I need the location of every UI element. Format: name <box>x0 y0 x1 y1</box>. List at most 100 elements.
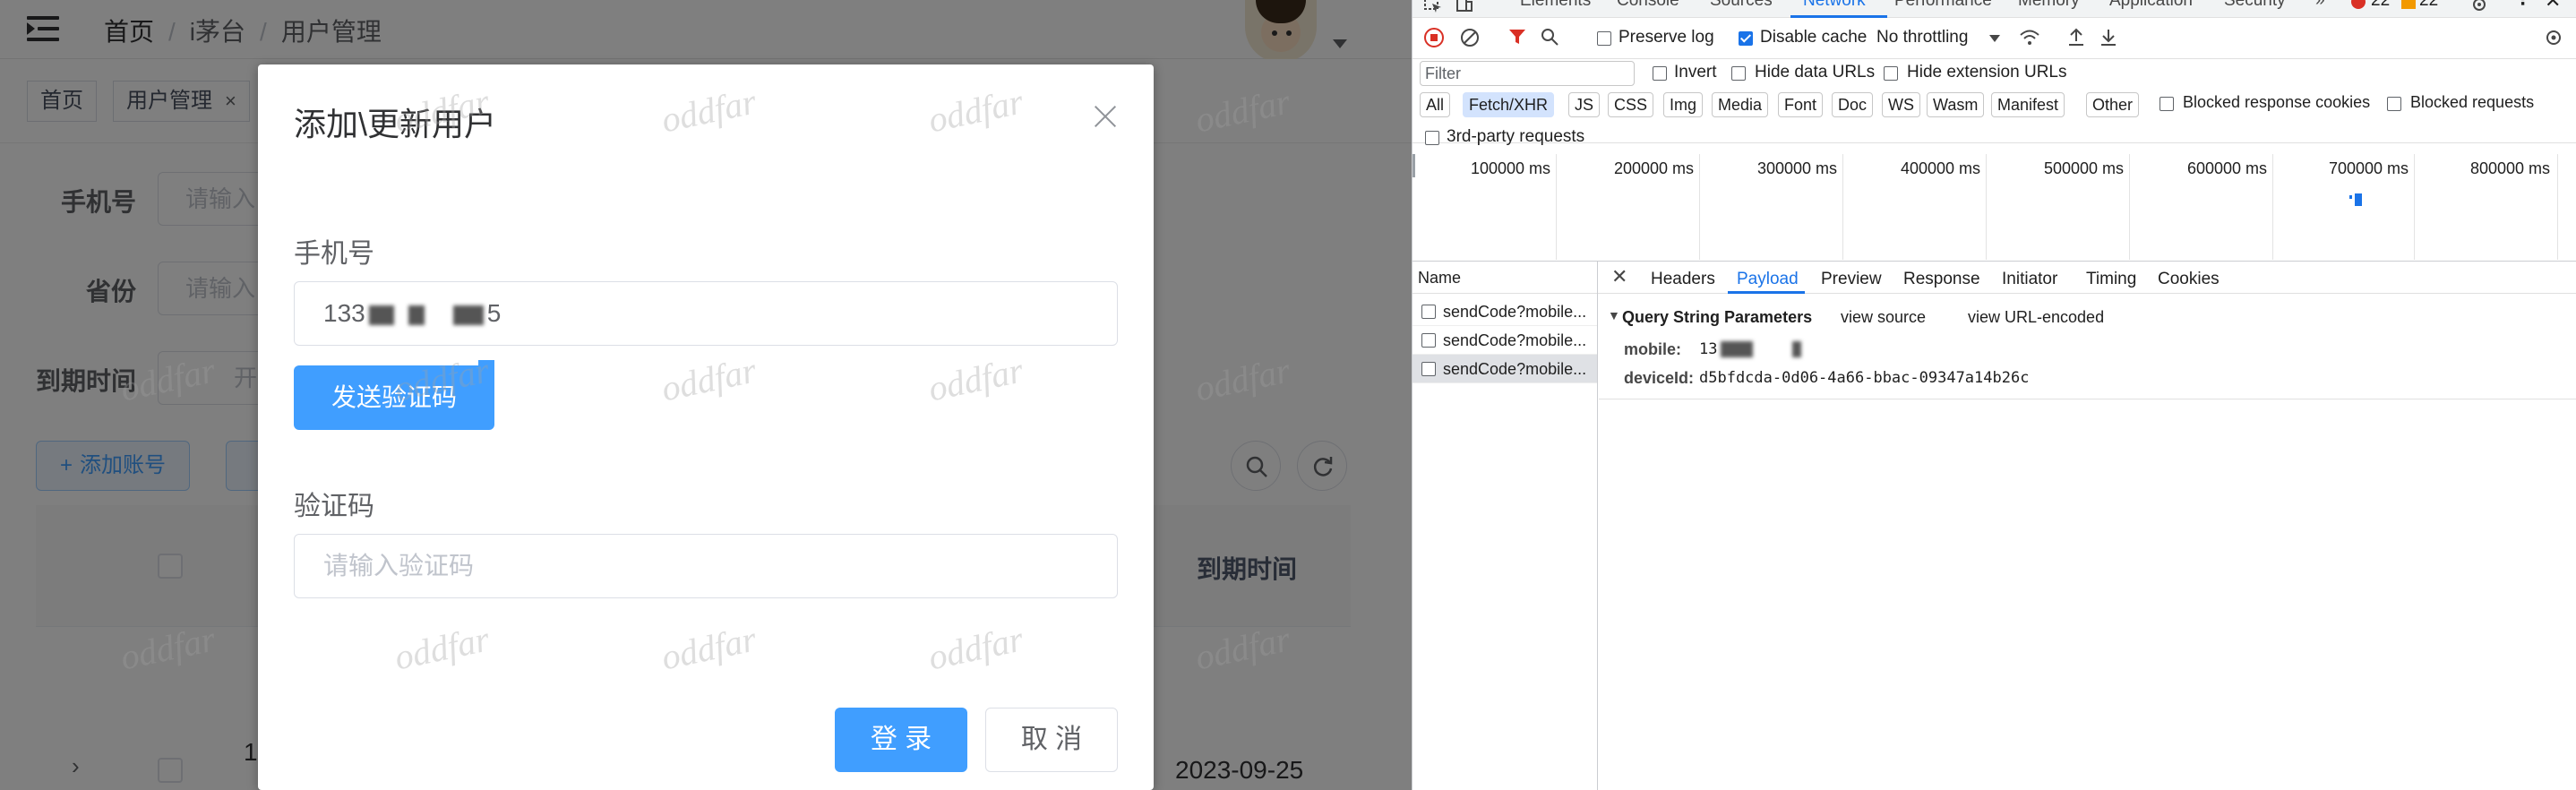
close-devtools-icon[interactable]: ✕ <box>2545 0 2561 13</box>
network-settings-icon[interactable] <box>2543 27 2564 48</box>
settings-gear-icon[interactable] <box>2469 0 2489 14</box>
warning-count[interactable]: 22 <box>2419 0 2438 11</box>
device-toolbar-icon[interactable] <box>1454 0 1473 14</box>
tab-network[interactable]: Network <box>1803 0 1866 11</box>
verification-code-input[interactable]: 请输入验证码 <box>294 534 1118 598</box>
blocked-response-cookies-label: Blocked response cookies <box>2183 93 2371 111</box>
send-code-button[interactable]: 发送验证码 <box>294 365 494 430</box>
clear-icon[interactable] <box>1459 27 1481 48</box>
filter-chip-font[interactable]: Font <box>1778 92 1824 117</box>
phone-input[interactable]: 133 5 <box>294 281 1118 346</box>
request-type-icon <box>1421 362 1436 376</box>
filter-chip-all[interactable]: All <box>1420 92 1451 117</box>
filter-chip-img[interactable]: Img <box>1663 92 1704 117</box>
disable-cache-label: Disable cache <box>1760 28 1868 47</box>
cancel-button[interactable]: 取 消 <box>985 708 1118 772</box>
tab-console[interactable]: Console <box>1617 0 1679 11</box>
disable-cache-checkbox[interactable] <box>1739 31 1753 46</box>
triangle-down-icon[interactable]: ▼ <box>1608 308 1620 322</box>
export-har-icon[interactable] <box>2099 27 2118 48</box>
tab-security[interactable]: Security <box>2224 0 2286 11</box>
import-har-icon[interactable] <box>2066 27 2086 48</box>
search-icon[interactable] <box>1540 27 1559 47</box>
more-tabs-icon[interactable]: » <box>2315 0 2325 11</box>
filter-icon[interactable] <box>1507 27 1527 47</box>
detail-tab-headers[interactable]: Headers <box>1651 270 1715 289</box>
button-corner-mark <box>478 360 494 376</box>
mobile-value: 13 <box>1699 340 1718 358</box>
timeline-grid-line <box>1699 154 1700 260</box>
stop-recording-icon[interactable] <box>1423 27 1445 48</box>
timeline-tick: 500000 ms <box>2043 159 2124 177</box>
filter-chip-manifest[interactable]: Manifest <box>1991 92 2065 117</box>
network-toolbar: Preserve log Disable cache No throttling <box>1413 18 2576 59</box>
error-count[interactable]: 22 <box>2371 0 2390 11</box>
query-string-parameters-title[interactable]: Query String Parameters <box>1622 308 1812 327</box>
timeline-left-handle[interactable] <box>1413 154 1415 177</box>
filter-chip-other[interactable]: Other <box>2086 92 2140 117</box>
filter-chip-media[interactable]: Media <box>1712 92 1769 117</box>
detail-tab-response[interactable]: Response <box>1903 270 1980 289</box>
filter-chip-wasm[interactable]: Wasm <box>1927 92 1985 117</box>
preserve-log-label: Preserve log <box>1619 28 1714 47</box>
third-party-checkbox[interactable] <box>1425 131 1439 145</box>
timeline-request-mark <box>2355 193 2362 206</box>
inspect-element-icon[interactable] <box>1423 0 1443 14</box>
hide-data-urls-label: Hide data URLs <box>1755 63 1876 82</box>
view-source-link[interactable]: view source <box>1841 308 1926 327</box>
filter-chip-doc[interactable]: Doc <box>1832 92 1874 117</box>
tab-performance[interactable]: Performance <box>1894 0 1992 11</box>
view-url-encoded-link[interactable]: view URL-encoded <box>1968 308 2104 327</box>
timeline-grid-line <box>1842 154 1843 260</box>
request-type-icon <box>1421 333 1436 348</box>
hide-data-urls-checkbox[interactable] <box>1731 66 1746 81</box>
request-row[interactable]: sendCode?mobile... <box>1413 326 1597 355</box>
more-options-icon[interactable]: ⋮ <box>2514 0 2531 10</box>
request-name: sendCode?mobile... <box>1443 360 1587 378</box>
dialog-title: 添加\更新用户 <box>294 106 497 142</box>
detail-tab-payload[interactable]: Payload <box>1737 270 1799 289</box>
name-column-header[interactable]: Name <box>1418 269 1461 288</box>
close-details-icon[interactable]: ✕ <box>1611 265 1627 288</box>
preserve-log-checkbox[interactable] <box>1597 31 1611 46</box>
devtools-panel: Elements Console Sources Network Perform… <box>1412 0 2576 790</box>
filter-chip-ws[interactable]: WS <box>1882 92 1920 117</box>
filter-placeholder: Filter <box>1425 64 1461 82</box>
filter-chip-js[interactable]: JS <box>1568 92 1601 117</box>
param-key-deviceid: deviceId: <box>1624 369 1695 387</box>
network-conditions-icon[interactable] <box>2018 27 2041 48</box>
tab-memory[interactable]: Memory <box>2018 0 2080 11</box>
detail-tab-preview[interactable]: Preview <box>1821 270 1882 289</box>
timeline-tick: 800000 ms <box>2469 159 2550 177</box>
request-list-header: Name <box>1413 262 1597 294</box>
request-name: sendCode?mobile... <box>1443 331 1587 349</box>
timeline-tick: 100000 ms <box>1470 159 1550 177</box>
timeline-grid-line <box>2414 154 2415 260</box>
detail-tab-timing[interactable]: Timing <box>2086 270 2136 289</box>
timeline-grid-line <box>2129 154 2130 260</box>
filter-chip-fetch-xhr[interactable]: Fetch/XHR <box>1463 92 1555 117</box>
chevron-down-icon[interactable] <box>1989 35 2000 42</box>
param-value-mobile[interactable]: 13 <box>1699 340 1805 358</box>
request-row-selected[interactable]: sendCode?mobile... <box>1413 355 1597 383</box>
login-button[interactable]: 登 录 <box>835 708 967 772</box>
invert-checkbox[interactable] <box>1653 66 1667 81</box>
tab-elements[interactable]: Elements <box>1520 0 1591 11</box>
throttling-select[interactable]: No throttling <box>1876 28 1968 47</box>
param-value-deviceid[interactable]: d5bfdcda-0d06-4a66-bbac-09347a14b26c <box>1699 369 2029 387</box>
detail-tab-initiator[interactable]: Initiator <box>2002 270 2057 289</box>
detail-tab-cookies[interactable]: Cookies <box>2158 270 2220 289</box>
blocked-requests-checkbox[interactable] <box>2387 97 2401 111</box>
request-type-icon <box>1421 305 1436 319</box>
filter-chip-css[interactable]: CSS <box>1608 92 1654 117</box>
timeline-tick: 300000 ms <box>1756 159 1837 177</box>
phone-label: 手机号 <box>294 239 374 269</box>
close-icon[interactable] <box>1091 102 1120 131</box>
request-row[interactable]: sendCode?mobile... <box>1413 297 1597 326</box>
blocked-response-cookies-checkbox[interactable] <box>2160 97 2174 111</box>
tab-sources[interactable]: Sources <box>1710 0 1773 11</box>
tab-application[interactable]: Application <box>2109 0 2193 11</box>
hide-extension-urls-checkbox[interactable] <box>1884 66 1898 81</box>
panel-divider[interactable] <box>1597 262 1598 790</box>
phone-value-prefix: 133 <box>323 299 365 327</box>
